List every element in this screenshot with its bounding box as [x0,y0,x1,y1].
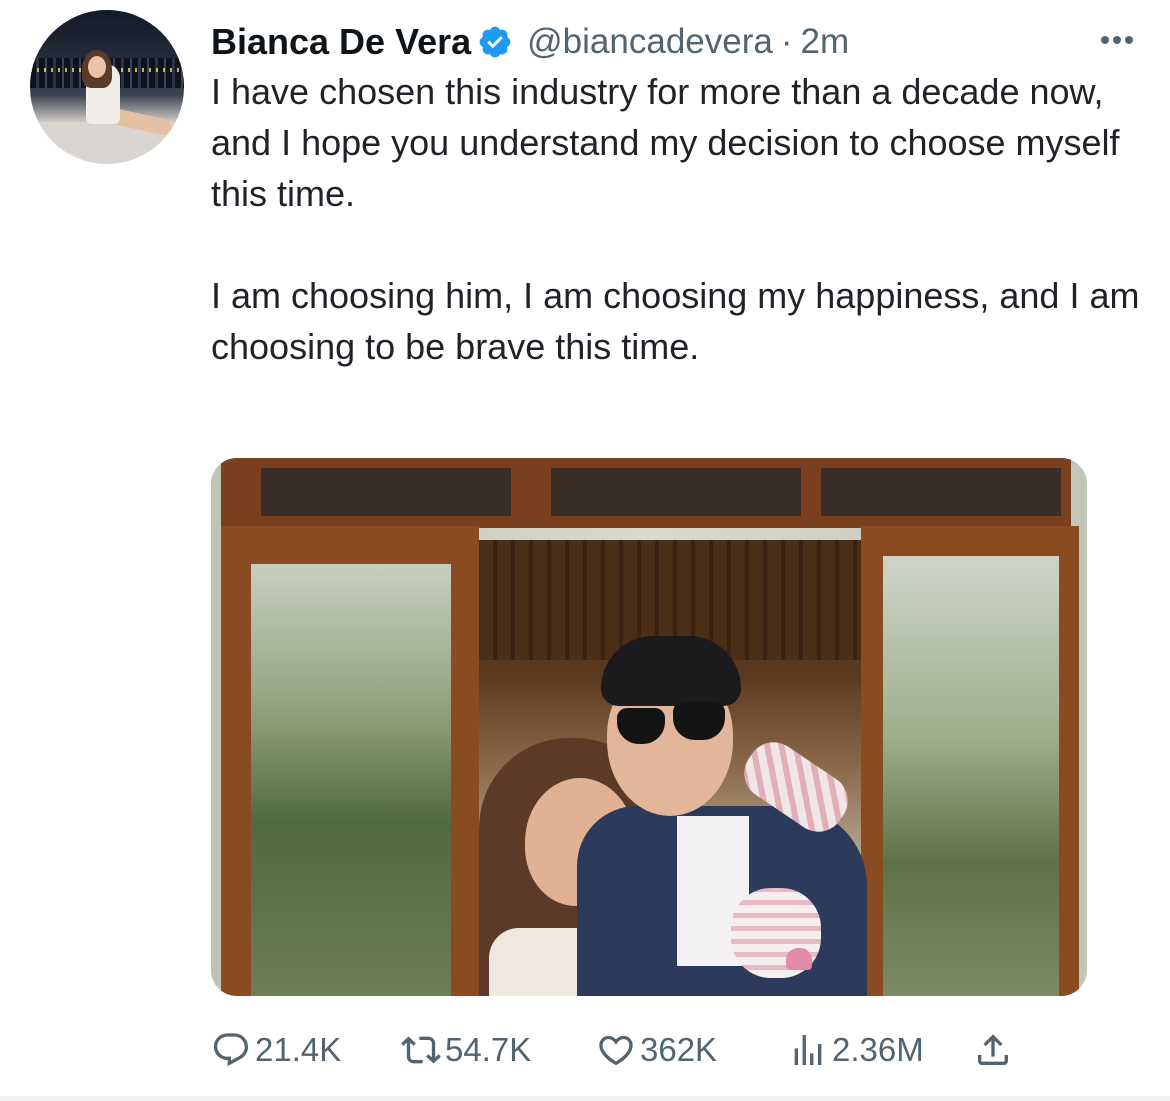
tweet-header: Bianca De Vera @biancadevera · 2m [211,18,1140,66]
tweet-actions: 21.4K 54.7K 362K 2.36M [211,1022,1013,1078]
author-name[interactable]: Bianca De Vera [211,21,471,63]
tweet-body: I have chosen this industry for more tha… [211,66,1141,372]
tweet-paragraph-1: I have chosen this industry for more tha… [211,71,1120,214]
like-count: 362K [640,1031,718,1068]
retweet-icon [401,1036,441,1064]
tweet-timestamp[interactable]: 2m [801,22,850,62]
like-icon [599,1035,633,1066]
views-button[interactable]: 2.36M [788,1030,973,1070]
tweet-photo[interactable] [211,458,1087,996]
share-icon [978,1034,1008,1065]
profile-avatar[interactable] [30,10,184,164]
like-button[interactable]: 362K [596,1030,788,1070]
retweet-count: 54.7K [445,1031,532,1068]
tweet-paragraph-2: I am choosing him, I am choosing my happ… [211,275,1140,367]
views-count: 2.36M [832,1031,924,1068]
header-separator: · [780,22,793,61]
retweet-button[interactable]: 54.7K [401,1030,596,1070]
divider [0,1096,1170,1101]
views-icon [794,1035,822,1065]
reply-button[interactable]: 21.4K [211,1030,401,1070]
more-options-icon[interactable] [1094,20,1140,60]
reply-icon [213,1033,249,1067]
reply-count: 21.4K [255,1031,342,1068]
share-button[interactable] [973,1030,1013,1070]
verified-badge-icon [477,24,513,60]
author-handle[interactable]: @biancadevera [527,22,773,62]
